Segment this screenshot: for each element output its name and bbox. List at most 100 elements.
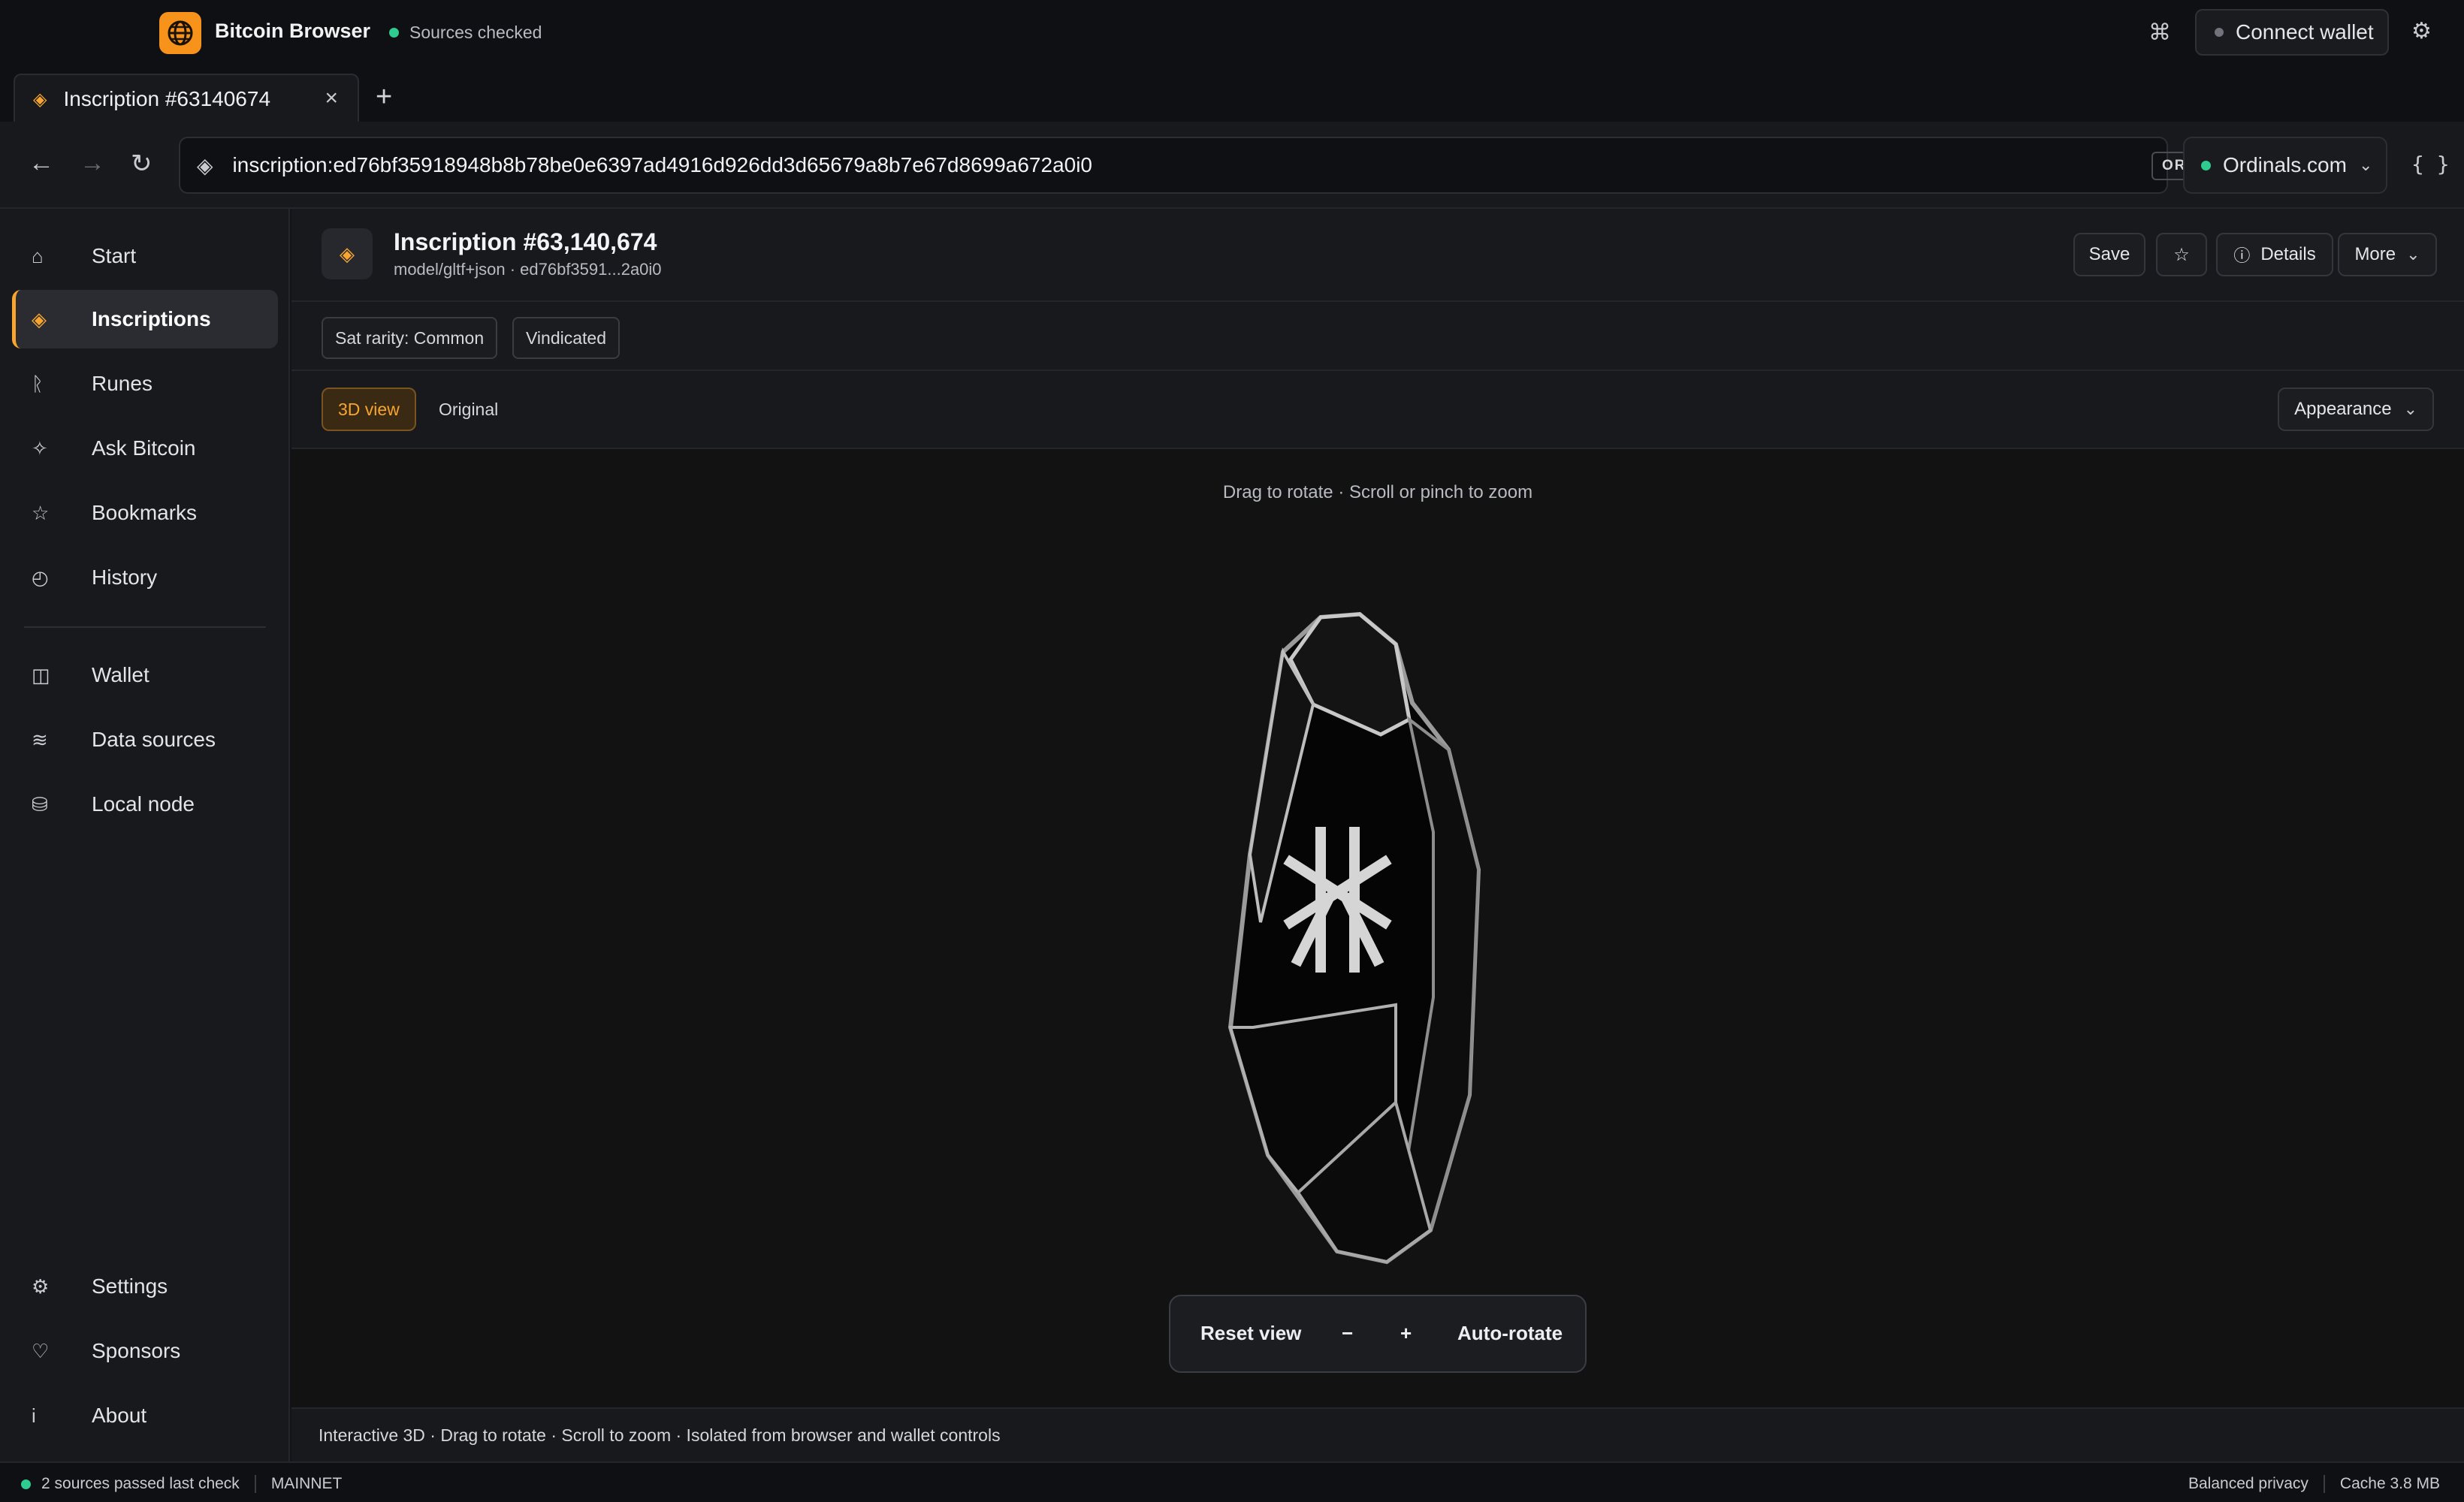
database-icon: ⛁ [32, 792, 48, 816]
navigation-bar: ← → ↻ ◈ inscription:ed76bf35918948b8b78b… [0, 122, 2464, 209]
sidebar-item-local-node[interactable]: ⛁ Local node [12, 775, 278, 834]
sidebar-item-wallet[interactable]: ◫ Wallet [12, 646, 278, 704]
sidebar-item-label: Runes [92, 372, 152, 395]
sources-status: Sources checked [389, 23, 542, 43]
star-icon: ☆ [32, 501, 50, 524]
sources-status-label: Sources checked [409, 23, 542, 42]
network-label: MAINNET [270, 1475, 343, 1492]
auto-rotate-button[interactable]: Auto-rotate [1457, 1322, 1563, 1345]
sparkle-icon: ✧ [32, 436, 48, 460]
view-mode-row: 3D view Original Appearance ⌄ [291, 371, 2464, 449]
gear-icon: ⚙ [32, 1274, 50, 1298]
status-dot-icon [21, 1479, 31, 1489]
sidebar-item-label: Inscriptions [92, 307, 211, 330]
appearance-menu-button[interactable]: Appearance ⌄ [2278, 388, 2434, 431]
reload-icon[interactable]: ↻ [131, 149, 152, 179]
heart-icon: ♡ [32, 1339, 50, 1362]
provider-select[interactable]: Ordinals.com ⌄ [2183, 137, 2387, 194]
tab-title: Inscription #63140674 [63, 87, 271, 110]
new-tab-button[interactable]: + [376, 81, 392, 113]
privacy-mode[interactable]: Balanced privacy [2188, 1475, 2308, 1493]
status-separator [2323, 1475, 2325, 1493]
close-icon[interactable]: × [325, 86, 338, 111]
3d-viewer-canvas[interactable]: Drag to rotate · Scroll or pinch to zoom [291, 449, 2464, 1407]
sidebar-item-label: Wallet [92, 663, 149, 686]
tags-row: Sat rarity: Common Vindicated [291, 302, 2464, 371]
sidebar-item-about[interactable]: i About [12, 1386, 278, 1445]
inscription-diamond-icon: ◈ [322, 228, 373, 279]
details-label: Details [2260, 244, 2316, 264]
more-label: More [2354, 244, 2396, 264]
address-input[interactable]: inscription:ed76bf35918948b8b78be0e6397a… [233, 153, 1092, 177]
status-badge: Vindicated [512, 317, 620, 359]
zoom-out-button[interactable]: − [1342, 1322, 1353, 1345]
back-arrow-icon[interactable]: ← [29, 149, 54, 178]
sidebar-item-label: Sponsors [92, 1339, 181, 1362]
tab-3d-view[interactable]: 3D view [322, 388, 416, 431]
provider-status-dot-icon [2201, 160, 2211, 170]
viewer-info-text: Interactive 3D · Drag to rotate · Scroll… [319, 1425, 1001, 1445]
sidebar-item-runes[interactable]: ᚱ Runes [12, 354, 278, 413]
chevron-down-icon: ⌄ [2403, 400, 2417, 418]
status-dot-icon [389, 28, 399, 38]
reset-view-button[interactable]: Reset view [1200, 1322, 1301, 1345]
address-bar[interactable]: ◈ inscription:ed76bf35918948b8b78be0e639… [179, 137, 2338, 194]
zoom-in-button[interactable]: + [1400, 1322, 1412, 1345]
sidebar-item-start[interactable]: ⌂ Start [12, 227, 278, 285]
appearance-label: Appearance [2294, 399, 2392, 419]
rarity-tag: Sat rarity: Common [322, 317, 498, 359]
sidebar-item-sponsors[interactable]: ♡ Sponsors [12, 1322, 278, 1380]
app-name: Bitcoin Browser [215, 20, 371, 42]
status-right: Balanced privacy Cache 3.8 MB [2188, 1475, 2440, 1493]
inscription-diamond-icon: ◈ [33, 89, 47, 110]
rune-icon: ᚱ [32, 372, 44, 395]
chevron-down-icon: ⌄ [2406, 245, 2420, 264]
inscription-subtitle: model/gltf+json · ed76bf3591...2a0i0 [394, 260, 662, 279]
cache-size: Cache 3.8 MB [2339, 1475, 2440, 1492]
title-bar: Bitcoin Browser Sources checked ⌘ Connec… [0, 0, 2464, 66]
provider-label: Ordinals.com [2223, 153, 2347, 176]
sidebar-item-label: Local node [92, 792, 195, 816]
3d-crystal-model[interactable] [1208, 607, 1538, 1268]
sidebar-item-label: Settings [92, 1274, 168, 1298]
info-circle-icon: ⓘ [2233, 246, 2251, 265]
status-bar: 2 sources passed last check MAINNET Bala… [0, 1461, 2464, 1502]
details-button[interactable]: ⓘ Details [2216, 233, 2333, 276]
sidebar-item-ask-bitcoin[interactable]: ✧ Ask Bitcoin [12, 419, 278, 478]
sidebar: ⌂ Start ◈ Inscriptions ᚱ Runes ✧ Ask Bit… [0, 209, 290, 1461]
home-icon: ⌂ [32, 244, 44, 267]
diamond-icon: ◈ [32, 307, 47, 330]
info-icon: i [32, 1404, 36, 1427]
sidebar-item-label: Start [92, 244, 137, 267]
sidebar-item-inscriptions[interactable]: ◈ Inscriptions [12, 290, 278, 348]
wallet-icon: ◫ [32, 663, 50, 686]
tab-strip: ◈ Inscription #63140674 × + [0, 66, 2464, 123]
sidebar-item-settings[interactable]: ⚙ Settings [12, 1257, 278, 1316]
gear-icon[interactable]: ⚙ [2411, 18, 2432, 44]
forward-arrow-icon[interactable]: → [80, 149, 105, 178]
wallet-status-dot-icon [2215, 28, 2224, 37]
sources-passed-text: 2 sources passed last check [41, 1475, 240, 1492]
clock-icon: ◴ [32, 566, 49, 589]
viewer-hint: Drag to rotate · Scroll or pinch to zoom [1222, 482, 1533, 502]
sidebar-divider [24, 626, 266, 628]
save-button[interactable]: Save [2073, 233, 2145, 276]
connect-wallet-button[interactable]: Connect wallet [2195, 9, 2389, 56]
viewer-controls: Reset view − + Auto-rotate [1169, 1295, 1587, 1373]
command-icon[interactable]: ⌘ [2148, 20, 2171, 46]
favorite-star-icon[interactable]: ☆ [2156, 233, 2207, 276]
json-view-button[interactable]: { } [2411, 152, 2450, 176]
page-title: Inscription #63,140,674 [394, 228, 657, 255]
chevron-down-icon: ⌄ [2358, 155, 2373, 174]
sidebar-item-bookmarks[interactable]: ☆ Bookmarks [12, 484, 278, 542]
protocol-diamond-icon: ◈ [197, 153, 213, 177]
status-separator [254, 1475, 256, 1493]
browser-tab[interactable]: ◈ Inscription #63140674 × [14, 74, 359, 123]
sidebar-item-history[interactable]: ◴ History [12, 548, 278, 607]
more-menu-button[interactable]: More ⌄ [2338, 233, 2437, 276]
inscription-header: ◈ Inscription #63,140,674 model/gltf+jso… [291, 209, 2464, 302]
sidebar-item-label: Ask Bitcoin [92, 436, 196, 460]
status-left: 2 sources passed last check MAINNET [21, 1475, 342, 1493]
sidebar-item-data-sources[interactable]: ≋ Data sources [12, 710, 278, 769]
tab-original[interactable]: Original [424, 388, 513, 431]
